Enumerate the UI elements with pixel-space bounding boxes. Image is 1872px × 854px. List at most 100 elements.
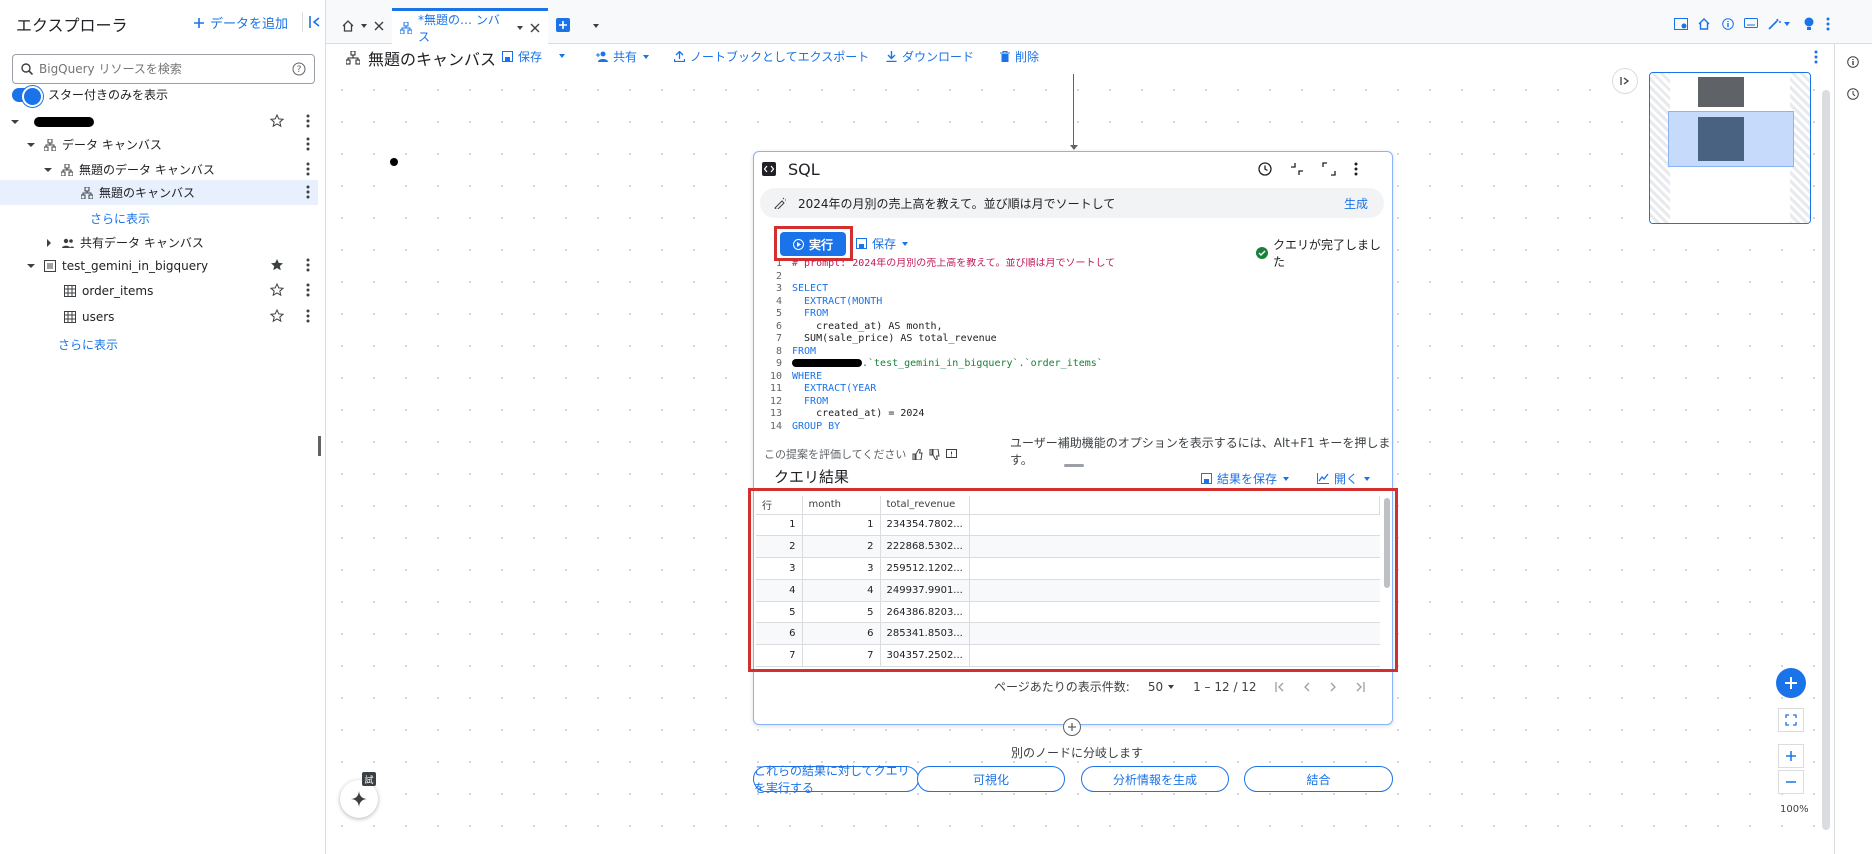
info-icon[interactable] xyxy=(1722,18,1734,30)
canvas-scrollbar[interactable] xyxy=(1822,90,1830,830)
chevron-down-icon[interactable] xyxy=(360,22,368,30)
zoom-in-icon[interactable] xyxy=(1778,744,1804,768)
add-node-fab[interactable] xyxy=(1776,668,1806,698)
more-vert-icon[interactable] xyxy=(1826,17,1830,31)
more-vert-icon[interactable] xyxy=(306,258,310,272)
more-vert-icon[interactable] xyxy=(306,309,310,323)
more-vert-icon[interactable] xyxy=(306,162,310,176)
run-button[interactable]: 実行 xyxy=(780,232,846,256)
feedback-icon[interactable] xyxy=(946,448,958,460)
chevron-down-icon[interactable] xyxy=(516,24,524,32)
first-page-icon[interactable] xyxy=(1274,681,1285,692)
resize-divider[interactable] xyxy=(1064,464,1084,467)
visualize-button[interactable]: 可視化 xyxy=(917,766,1065,792)
keyboard-icon[interactable] xyxy=(1744,18,1758,28)
help-icon[interactable]: ? xyxy=(292,62,306,76)
zoom-out-icon[interactable] xyxy=(1778,770,1804,794)
sql-node[interactable]: SQL 2024年の月別の売上高を教えて。並び順は月でソートして 生成 実行 保… xyxy=(748,151,1398,736)
home-icon[interactable] xyxy=(1698,18,1710,30)
more-vert-icon[interactable] xyxy=(306,137,310,151)
next-page-icon[interactable] xyxy=(1329,682,1337,692)
add-node-icon[interactable] xyxy=(1063,718,1081,736)
caret-down-icon[interactable] xyxy=(26,261,36,271)
starred-only-toggle[interactable]: スター付きのみを表示 xyxy=(12,85,168,107)
open-results-button[interactable]: 開く xyxy=(1317,470,1371,487)
sql-editor[interactable]: 1 # prompt: 2024年の月別の売上高を教えて。並び順は月でソートして … xyxy=(760,258,1384,432)
star-outline-icon[interactable] xyxy=(270,309,284,323)
tree-row-untitled-data-canvas[interactable]: 無題のデータ キャンバス xyxy=(0,157,318,182)
last-page-icon[interactable] xyxy=(1355,681,1365,692)
expand-minimap-icon[interactable] xyxy=(1612,68,1638,94)
export-notebook-button[interactable]: ノートブックとしてエクスポート xyxy=(674,48,869,65)
table-scrollbar[interactable] xyxy=(1384,498,1390,588)
new-tab-icon[interactable] xyxy=(556,18,570,32)
tree-row-order-items[interactable]: order_items xyxy=(0,278,318,303)
panel-resize-handle[interactable] xyxy=(318,436,321,456)
prev-page-icon[interactable] xyxy=(1303,682,1311,692)
lightbulb-icon[interactable] xyxy=(1804,17,1814,31)
download-button[interactable]: ダウンロード xyxy=(886,48,974,65)
prompt-bar[interactable]: 2024年の月別の売上高を教えて。並び順は月でソートして 生成 xyxy=(760,188,1384,218)
table-row[interactable]: 2 2 222868.5302... xyxy=(756,535,1380,559)
dashboard-icon[interactable] xyxy=(1674,18,1688,30)
tab-home[interactable] xyxy=(334,8,392,44)
tab-list-chevron-icon[interactable] xyxy=(592,22,600,30)
add-data-button[interactable]: データを追加 xyxy=(194,13,288,32)
magic-wand-icon[interactable] xyxy=(1768,18,1790,30)
caret-down-icon[interactable] xyxy=(10,117,20,127)
toggle-switch[interactable] xyxy=(12,85,43,107)
history-icon[interactable] xyxy=(1847,88,1859,100)
close-icon[interactable] xyxy=(530,23,540,33)
tree-row-shared-data-canvas[interactable]: 共有データ キャンバス xyxy=(0,230,318,255)
more-vert-icon[interactable] xyxy=(1354,162,1358,176)
explorer-search[interactable]: ? xyxy=(12,54,315,84)
thumb-up-icon[interactable] xyxy=(912,448,923,460)
table-row[interactable]: 4 4 249937.9901... xyxy=(756,579,1380,602)
show-more-link[interactable]: さらに表示 xyxy=(58,336,118,353)
save-results-button[interactable]: 結果を保存 xyxy=(1201,470,1290,487)
show-more-link[interactable]: さらに表示 xyxy=(90,210,150,227)
save-query-button[interactable]: 保存 xyxy=(856,235,909,252)
caret-right-icon[interactable] xyxy=(44,238,54,248)
fullscreen-icon[interactable] xyxy=(1322,162,1336,176)
tree-row-users[interactable]: users xyxy=(0,304,318,329)
more-vert-icon[interactable] xyxy=(306,283,310,297)
table-row[interactable]: 1 1 234354.7802... xyxy=(756,514,1380,537)
more-vert-icon[interactable] xyxy=(306,114,310,128)
save-dropdown-chevron-icon[interactable] xyxy=(558,52,566,60)
table-row[interactable]: 3 3 259512.1202... xyxy=(756,557,1380,580)
search-input[interactable] xyxy=(39,62,286,76)
tree-row-data-canvas[interactable]: データ キャンバス xyxy=(0,132,318,157)
save-canvas-button[interactable]: 保存 xyxy=(502,48,542,65)
collapse-panel-icon[interactable] xyxy=(302,12,322,32)
tab-untitled-canvas[interactable]: *無題の… ンバス xyxy=(392,8,548,44)
column-header-month[interactable]: month xyxy=(802,496,881,515)
info-icon[interactable] xyxy=(1847,56,1859,68)
table-row[interactable]: 7 7 304357.2502... xyxy=(756,644,1380,668)
minimap[interactable] xyxy=(1649,72,1811,224)
column-header-row-number[interactable]: 行 xyxy=(756,496,803,515)
thumb-down-icon[interactable] xyxy=(929,448,940,460)
close-icon[interactable] xyxy=(374,21,384,31)
star-outline-icon[interactable] xyxy=(270,114,284,128)
generate-button[interactable]: 生成 xyxy=(1344,195,1368,212)
fit-view-icon[interactable] xyxy=(1778,708,1804,732)
page-size-select[interactable]: 50 xyxy=(1148,680,1175,694)
generate-insights-button[interactable]: 分析情報を生成 xyxy=(1081,766,1229,792)
tree-row-dataset[interactable]: test_gemini_in_bigquery xyxy=(0,253,318,278)
column-header-total-revenue[interactable]: total_revenue xyxy=(880,496,970,515)
join-button[interactable]: 結合 xyxy=(1244,766,1393,792)
results-table[interactable]: 行 month total_revenue 1 1 234354.7802... 2… xyxy=(756,496,1381,668)
share-button[interactable]: 共有 xyxy=(596,48,650,65)
delete-button[interactable]: 削除 xyxy=(1000,48,1039,65)
caret-down-icon[interactable] xyxy=(43,165,53,175)
tree-row-untitled-canvas[interactable]: 無題のキャンバス xyxy=(0,180,318,205)
table-row[interactable]: 6 6 285341.8503... xyxy=(756,622,1380,646)
query-results-button[interactable]: これらの結果に対してクエリを実行する xyxy=(753,764,919,795)
table-row[interactable]: 5 5 264386.8203... xyxy=(756,601,1380,624)
caret-down-icon[interactable] xyxy=(26,140,36,150)
star-filled-icon[interactable] xyxy=(270,258,284,272)
star-outline-icon[interactable] xyxy=(270,283,284,297)
more-vert-icon[interactable] xyxy=(1814,50,1818,64)
tree-row-project[interactable] xyxy=(0,109,318,134)
